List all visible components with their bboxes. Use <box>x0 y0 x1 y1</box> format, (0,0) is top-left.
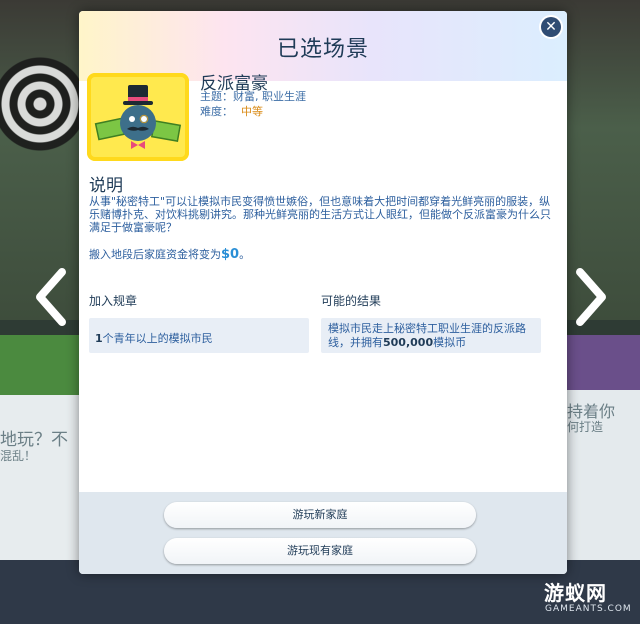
scenario-theme: 主题：财富, 职业生涯 <box>200 88 306 104</box>
background-right-text2: 何打造 <box>567 420 604 434</box>
result-amount: 500,000 <box>383 336 434 349</box>
funds-text: 搬入地段后家庭资金将变为 <box>89 248 221 261</box>
description-heading: 说明 <box>89 176 123 196</box>
scenario-difficulty: 难度： 中等 <box>200 103 263 119</box>
join-rule-item: 1个青年以上的模拟市民 <box>89 318 309 353</box>
watermark: 游蚁网 GAMEANTS.COM <box>536 573 640 624</box>
possible-result-item: 模拟市民走上秘密特工职业生涯的反派路线，并拥有500,000模拟币 <box>321 318 541 353</box>
theme-value: 财富, 职业生涯 <box>233 90 306 103</box>
theme-label: 主题： <box>200 90 233 103</box>
join-rule-text: 个青年以上的模拟市民 <box>102 332 213 345</box>
background-right-card <box>567 335 640 560</box>
scenario-dialog: 已选场景 ✕ 反派富豪 主题：财富, 职业生涯 难度： 中等 说明 从事"秘密特… <box>79 11 567 574</box>
background-left-text2: 混乱！ <box>0 449 37 463</box>
funds-symbol: $ <box>221 247 231 262</box>
funds-line: 搬入地段后家庭资金将变为$0。 <box>89 246 250 262</box>
join-rules-heading: 加入规章 <box>89 294 138 308</box>
close-icon[interactable]: ✕ <box>541 17 561 37</box>
difficulty-label: 难度： <box>200 105 233 118</box>
play-existing-household-button[interactable]: 游玩现有家庭 <box>164 538 476 564</box>
funds-suffix: 。 <box>239 248 251 261</box>
possible-results-heading: 可能的结果 <box>321 294 382 308</box>
result-text-after: 模拟币 <box>433 336 467 349</box>
chevron-left-icon[interactable] <box>34 268 68 326</box>
watermark-sub: GAMEANTS.COM <box>545 604 632 614</box>
description-text: 从事"秘密特工"可以让模拟市民变得愤世嫉俗，但也意味着大把时间都穿着光鲜亮丽的服… <box>89 195 551 234</box>
villain-tycoon-icon <box>87 73 189 161</box>
funds-amount: 0 <box>230 247 240 262</box>
chevron-right-icon[interactable] <box>574 268 608 326</box>
play-new-household-button[interactable]: 游玩新家庭 <box>164 502 476 528</box>
join-rule-count: 1 <box>95 332 103 345</box>
dialog-title: 已选场景 <box>276 37 369 62</box>
difficulty-value: 中等 <box>241 105 263 118</box>
watermark-logo: 游蚁网 <box>544 581 607 605</box>
